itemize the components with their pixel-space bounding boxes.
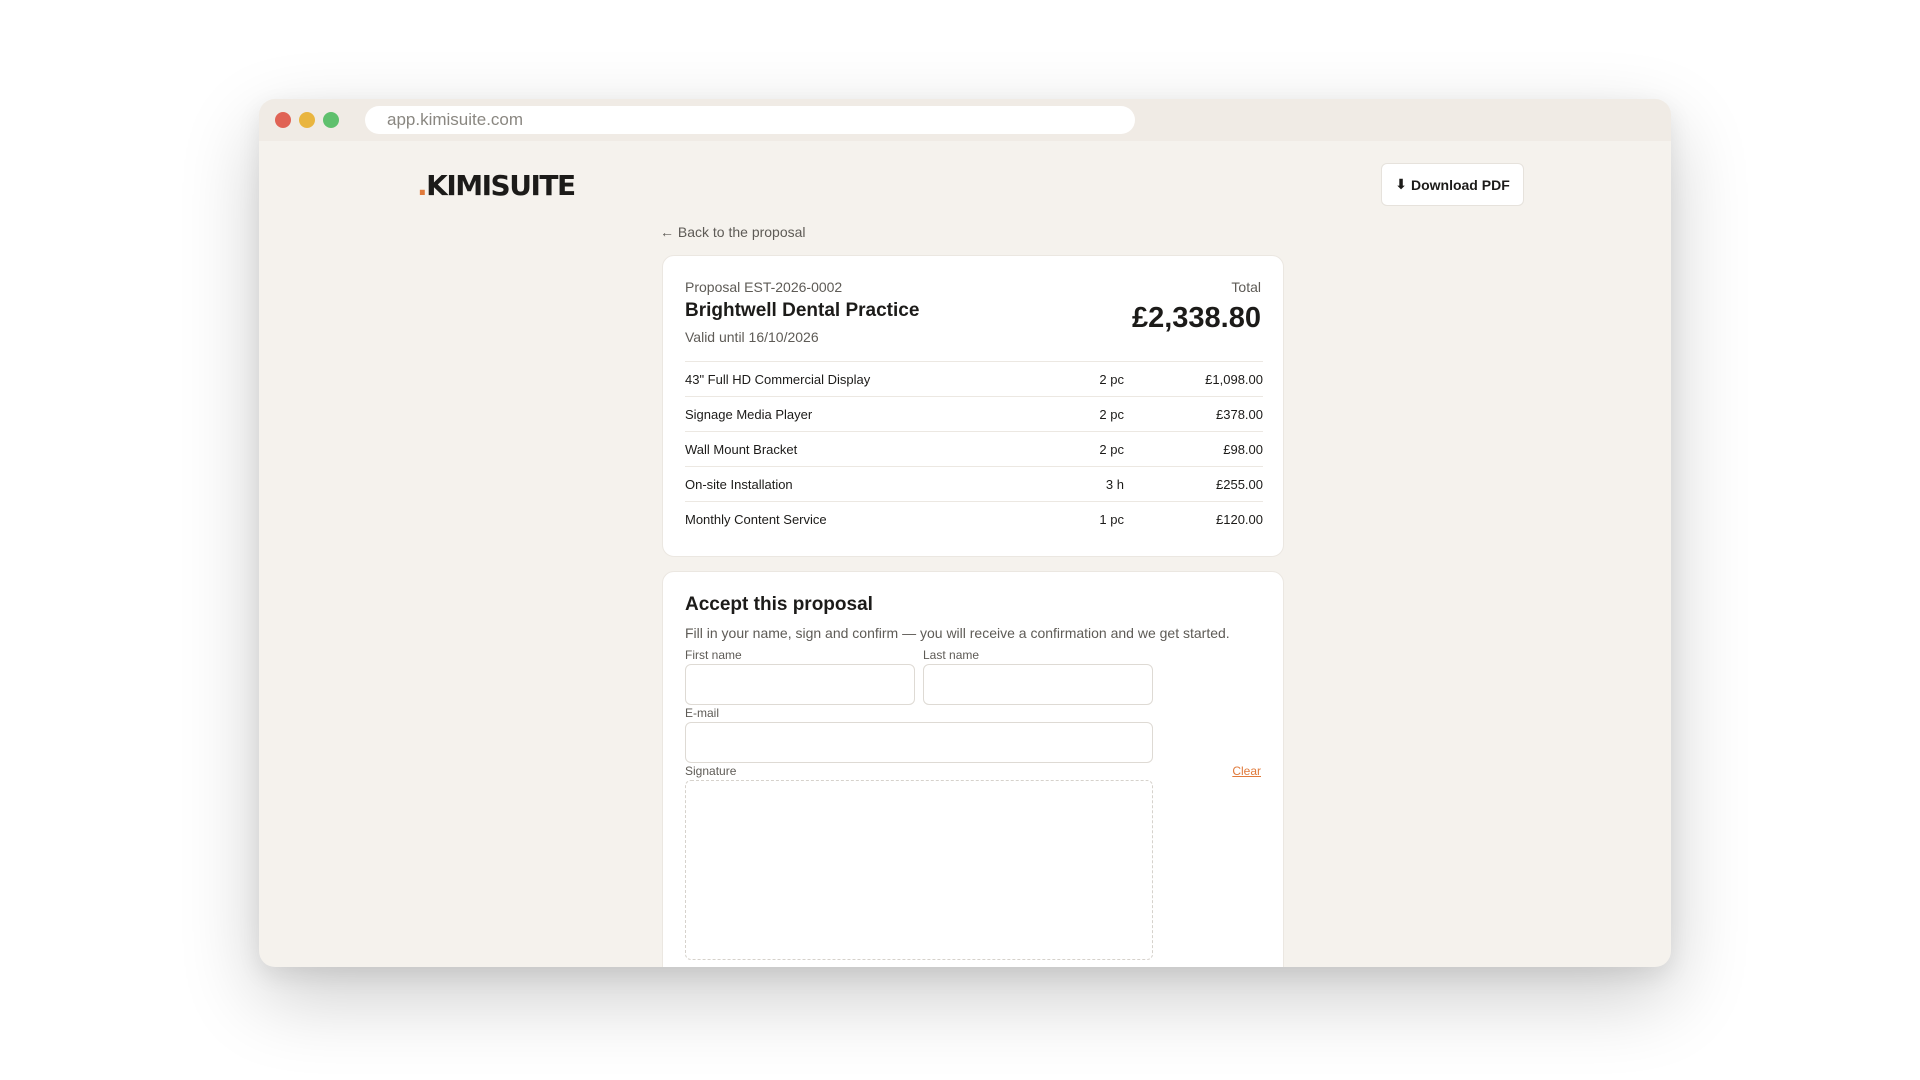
kimisuite-logo: .KIMISUITE (417, 169, 576, 202)
proposal-summary-card: Proposal EST-2026-0002 Brightwell Dental… (662, 255, 1284, 557)
download-pdf-button[interactable]: ⬇ Download PDF (1381, 163, 1524, 206)
signature-label: Signature (685, 764, 737, 778)
last-name-input[interactable] (923, 664, 1153, 705)
total-label: Total (1231, 279, 1261, 295)
client-name: Brightwell Dental Practice (685, 300, 920, 321)
line-item-price: £1,098.00 (1205, 371, 1263, 387)
line-items-table: 43" Full HD Commercial Display 2 pc £1,0… (685, 361, 1263, 536)
download-pdf-label: Download PDF (1410, 176, 1510, 193)
line-item: 43" Full HD Commercial Display 2 pc £1,0… (685, 361, 1263, 396)
download-arrow-icon: ⬇ (1395, 176, 1407, 192)
line-item-quantity: 3 h (1105, 476, 1124, 492)
accept-description: Fill in your name, sign and confirm — yo… (685, 625, 1230, 641)
line-item-name: On-site Installation (685, 476, 793, 492)
line-item-quantity: 2 pc (1099, 371, 1124, 387)
line-item-price: £120.00 (1216, 511, 1263, 527)
page-content: .KIMISUITE ⬇ Download PDF ← Back to the … (259, 141, 1671, 967)
line-item-name: Wall Mount Bracket (685, 441, 798, 457)
close-window-button[interactable] (275, 112, 291, 128)
clear-signature-link[interactable]: Clear (1232, 764, 1261, 778)
line-item-price: £98.00 (1223, 441, 1263, 457)
maximize-window-button[interactable] (323, 112, 339, 128)
line-item: Monthly Content Service 1 pc £120.00 (685, 501, 1263, 536)
signature-pad[interactable] (685, 780, 1153, 960)
email-label: E-mail (685, 706, 720, 720)
total-amount: £2,338.80 (1131, 302, 1261, 334)
line-item-quantity: 2 pc (1099, 441, 1124, 457)
line-item: Signage Media Player 2 pc £378.00 (685, 396, 1263, 431)
back-to-proposal-link[interactable]: ← Back to the proposal (660, 224, 806, 240)
line-item: Wall Mount Bracket 2 pc £98.00 (685, 431, 1263, 466)
line-item-quantity: 2 pc (1099, 406, 1124, 422)
line-item-price: £255.00 (1216, 476, 1263, 492)
logo-dot: . (417, 169, 428, 202)
email-input[interactable] (685, 722, 1153, 763)
line-item-name: 43" Full HD Commercial Display (685, 371, 871, 387)
line-item-price: £378.00 (1216, 406, 1263, 422)
line-item-name: Signage Media Player (685, 406, 813, 422)
line-item-name: Monthly Content Service (685, 511, 827, 527)
accept-proposal-card: Accept this proposal Fill in your name, … (662, 571, 1284, 967)
line-item-quantity: 1 pc (1099, 511, 1124, 527)
valid-until: Valid until 16/10/2026 (685, 329, 819, 345)
first-name-label: First name (685, 648, 742, 662)
line-item: On-site Installation 3 h £255.00 (685, 466, 1263, 501)
browser-window: app.kimisuite.com .KIMISUITE ⬇ Download … (259, 99, 1671, 967)
last-name-label: Last name (923, 648, 980, 662)
proposal-number: Proposal EST-2026-0002 (685, 279, 843, 295)
browser-titlebar: app.kimisuite.com (259, 99, 1671, 141)
minimize-window-button[interactable] (299, 112, 315, 128)
first-name-input[interactable] (685, 664, 915, 705)
address-bar[interactable]: app.kimisuite.com (365, 106, 1135, 134)
logo-text: KIMISUITE (426, 169, 576, 202)
accept-title: Accept this proposal (685, 594, 873, 615)
